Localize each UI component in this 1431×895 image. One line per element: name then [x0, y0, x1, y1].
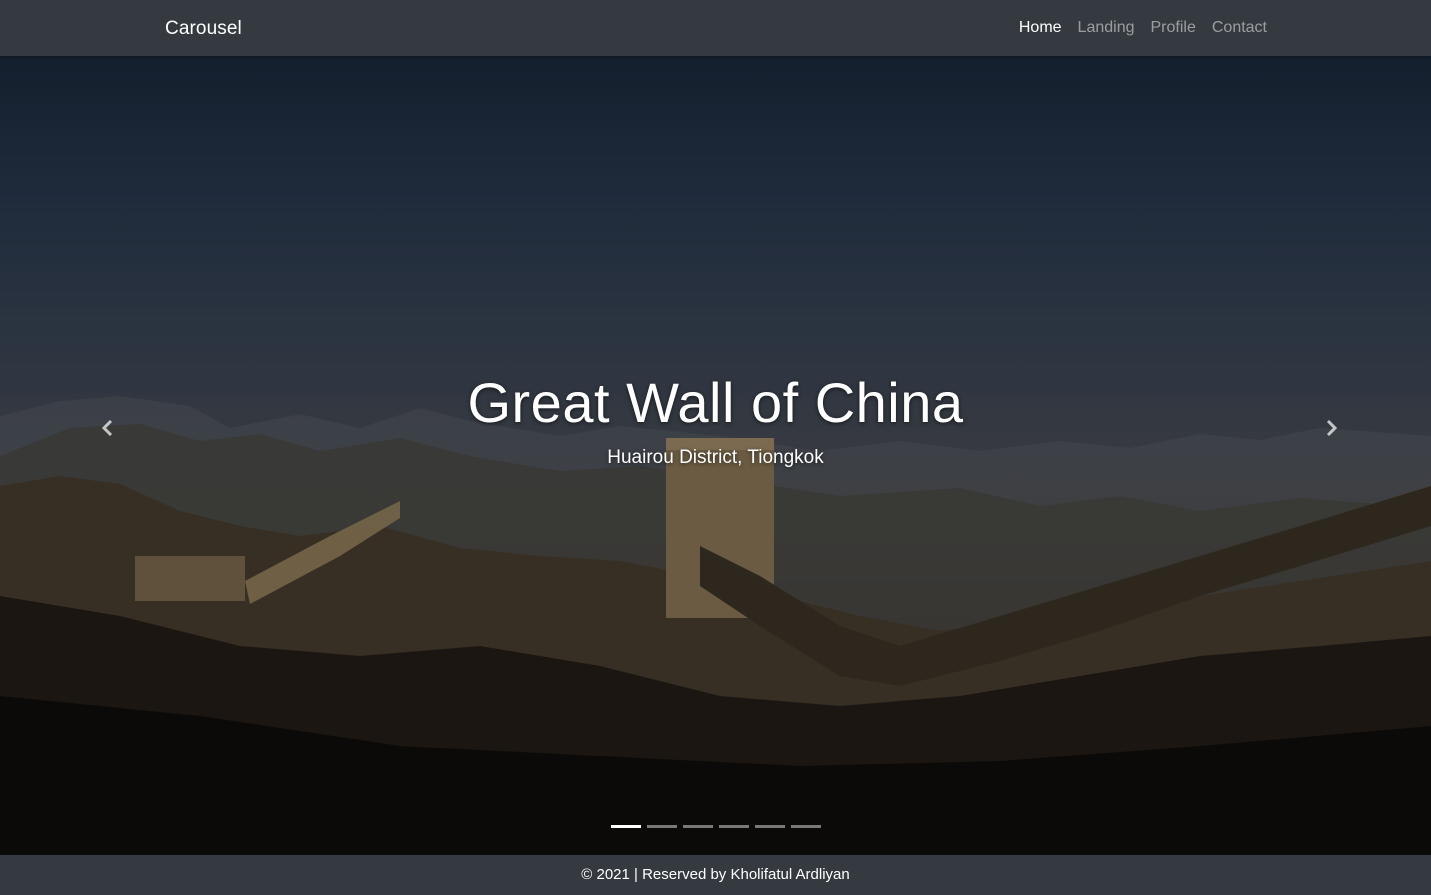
carousel-prev-button[interactable]	[88, 408, 128, 448]
brand-link[interactable]: Carousel	[165, 0, 242, 56]
chevron-right-icon	[1326, 420, 1338, 436]
carousel: Great Wall of China Huairou District, Ti…	[0, 56, 1431, 855]
nav-link-profile[interactable]: Profile	[1151, 0, 1196, 56]
nav-link-landing[interactable]: Landing	[1078, 0, 1135, 56]
footer-text: © 2021 | Reserved by Kholifatul Ardliyan	[581, 866, 850, 883]
indicator-1[interactable]	[610, 825, 641, 828]
indicator-4[interactable]	[718, 825, 749, 828]
footer: © 2021 | Reserved by Kholifatul Ardliyan	[0, 855, 1431, 891]
slide-subtitle: Huairou District, Tiongkok	[607, 447, 824, 468]
navbar: Carousel Home Landing Profile Contact	[0, 0, 1431, 56]
indicator-3[interactable]	[682, 825, 713, 828]
nav-link-home[interactable]: Home	[1019, 0, 1062, 56]
indicator-5[interactable]	[754, 825, 785, 828]
nav-link-contact[interactable]: Contact	[1212, 0, 1267, 56]
carousel-next-button[interactable]	[1311, 408, 1351, 448]
carousel-indicators	[0, 825, 1431, 828]
nav-links: Home Landing Profile Contact	[1019, 0, 1267, 56]
indicator-2[interactable]	[646, 825, 677, 828]
indicator-6[interactable]	[790, 825, 821, 828]
slide-title: Great Wall of China	[467, 371, 964, 434]
chevron-left-icon	[101, 420, 113, 436]
